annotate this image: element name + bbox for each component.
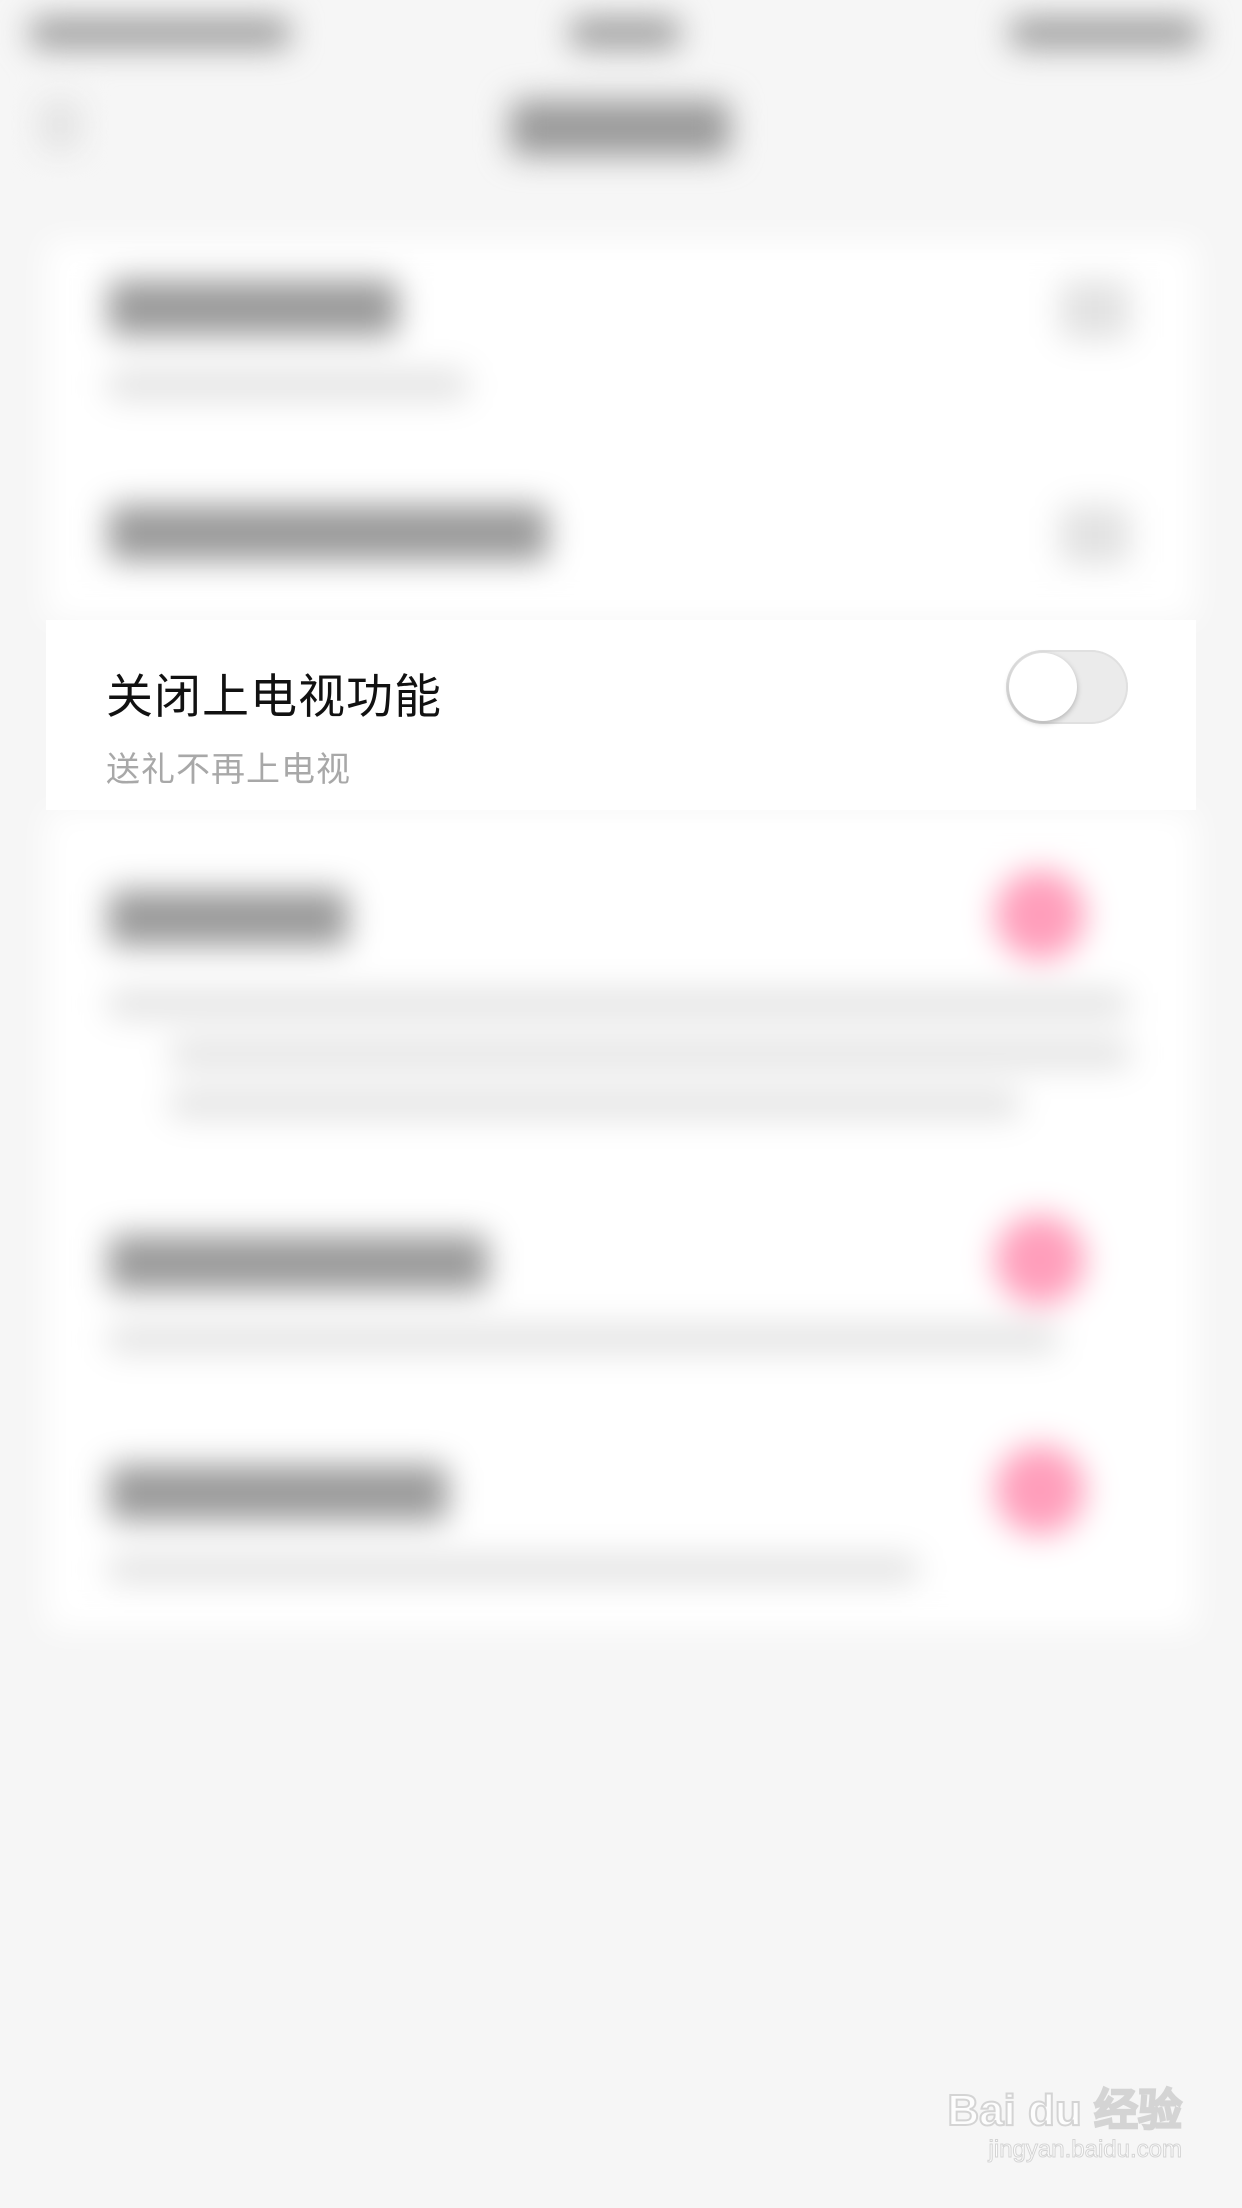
blurred-chevron-icon — [1060, 505, 1130, 565]
toggle-knob — [1009, 653, 1077, 721]
setting-title: 关闭上电视功能 — [106, 670, 442, 725]
setting-row-close-tv: 关闭上电视功能 送礼不再上电视 — [46, 620, 1196, 810]
blurred-background — [0, 0, 1242, 2208]
blurred-text-line — [108, 990, 1128, 1018]
blurred-row-subtitle — [108, 370, 468, 400]
blurred-toggle-on — [995, 870, 1085, 960]
blurred-text-line — [170, 1040, 1130, 1068]
page-title — [510, 100, 730, 156]
blurred-text-line — [108, 1325, 1058, 1353]
status-bar-left — [30, 18, 290, 48]
blurred-row-title — [108, 1465, 448, 1521]
watermark-logo-text: Bai du 经验 — [946, 2085, 1183, 2136]
blurred-toggle-on — [995, 1445, 1085, 1535]
blurred-row-title — [108, 280, 398, 336]
blurred-chevron-icon — [1060, 280, 1130, 340]
blurred-text-line — [170, 1090, 1020, 1118]
blurred-row-title — [108, 505, 548, 561]
blurred-toggle-on — [995, 1215, 1085, 1305]
back-icon — [40, 100, 80, 150]
blurred-row-title — [108, 890, 348, 946]
blurred-row-title — [108, 1235, 488, 1291]
status-bar-center — [570, 18, 680, 48]
blurred-text-line — [108, 1555, 918, 1583]
watermark-url: jingyan.baidu.com — [988, 2136, 1182, 2164]
close-tv-toggle[interactable] — [1006, 650, 1128, 724]
status-bar-right — [1010, 18, 1200, 48]
baidu-jingyan-watermark: Bai du 经验 jingyan.baidu.com — [946, 2044, 1183, 2174]
screen: 关闭上电视功能 送礼不再上电视 Bai du 经验 jingyan.baidu.… — [0, 0, 1242, 2208]
setting-subtitle: 送礼不再上电视 — [106, 750, 351, 790]
